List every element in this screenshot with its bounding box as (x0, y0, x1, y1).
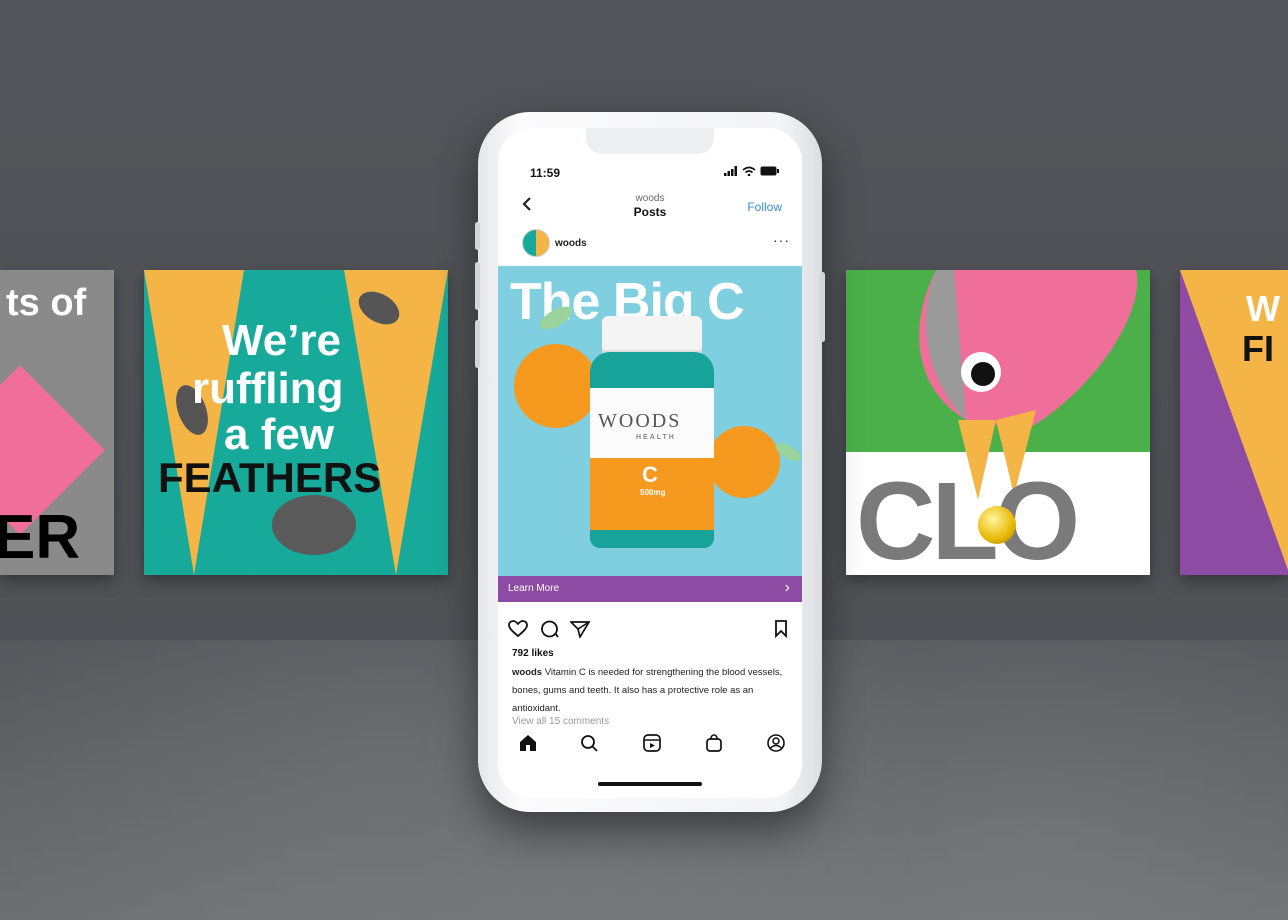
more-options-icon[interactable]: ··· (773, 232, 790, 248)
volume-down-button (475, 320, 480, 368)
post-image[interactable]: The Big C WOODS HEALTH C 500mg (498, 266, 802, 576)
caption-username[interactable]: woods (512, 667, 542, 678)
headline-line-2: ruffling (192, 364, 344, 413)
phone-mockup: 11:59 woods Posts Follow woods ··· The B… (475, 112, 825, 812)
share-icon[interactable] (568, 620, 591, 643)
bottle-brand: WOODS (598, 410, 682, 432)
caption-text: Vitamin C is needed for strengthening th… (512, 667, 783, 714)
learn-more-button[interactable]: Learn More › (498, 576, 802, 602)
bookmark-icon[interactable] (774, 620, 788, 643)
bottle-sub: HEALTH (636, 434, 676, 441)
avatar[interactable] (522, 229, 550, 257)
card-line-2: FI (1242, 328, 1274, 369)
home-indicator[interactable] (598, 782, 702, 786)
post-card-partial-left[interactable]: ts of ER (0, 270, 114, 575)
bottle-dose: 500mg (640, 488, 666, 497)
home-icon[interactable] (518, 734, 538, 757)
card-line-1: W (1246, 288, 1280, 329)
signal-icon (724, 165, 738, 179)
headline-line-3: a few (224, 410, 335, 459)
battery-icon (760, 165, 780, 179)
reels-icon[interactable] (642, 734, 662, 757)
headline-line-4: FEATHERS (158, 454, 382, 501)
heart-icon[interactable] (508, 620, 528, 643)
shop-icon[interactable] (704, 734, 724, 757)
bottle-cap (602, 316, 702, 354)
post-card-feathers[interactable]: We’re ruffling a few FEATHERS (144, 270, 448, 575)
likes-count: 792 likes (512, 648, 554, 659)
supplement-bottle: WOODS HEALTH C 500mg (590, 316, 714, 548)
card-top-text: ts of (6, 282, 87, 324)
post-caption: woods Vitamin C is needed for strengthen… (512, 664, 790, 718)
status-time: 11:59 (530, 166, 561, 180)
volume-up-button (475, 262, 480, 310)
phone-screen: 11:59 woods Posts Follow woods ··· The B… (498, 128, 802, 798)
view-comments-link[interactable]: View all 15 comments (512, 716, 609, 727)
headline-line-1: We’re (222, 316, 342, 365)
power-button (820, 272, 825, 342)
chevron-right-icon: › (784, 579, 790, 596)
card-bottom-text: ER (0, 503, 81, 572)
learn-more-label: Learn More (508, 583, 560, 594)
mute-switch (475, 222, 480, 250)
search-icon[interactable] (580, 734, 600, 757)
notch (586, 128, 714, 154)
post-card-partial-right[interactable]: W FI (1180, 270, 1288, 575)
post-card-clo[interactable]: CLO (846, 270, 1150, 575)
post-author-username[interactable]: woods (555, 238, 587, 249)
follow-button[interactable]: Follow (747, 200, 782, 214)
clo-text: CLO (856, 460, 1080, 575)
wifi-icon (742, 165, 756, 179)
capsule-icon (978, 506, 1016, 544)
comment-icon[interactable] (540, 620, 560, 643)
profile-icon[interactable] (766, 734, 786, 757)
bottle-letter: C (642, 462, 658, 487)
